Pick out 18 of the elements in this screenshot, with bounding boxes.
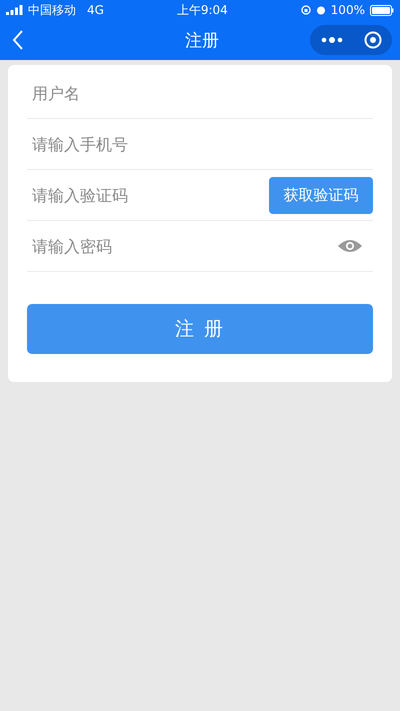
carrier-name: 中国移动 <box>28 2 76 18</box>
page-title: 注册 <box>185 30 219 52</box>
get-code-button[interactable]: 获取验证码 <box>269 176 373 214</box>
back-icon[interactable] <box>12 30 24 50</box>
eye-icon[interactable] <box>337 239 363 253</box>
close-icon[interactable] <box>364 31 382 49</box>
register-button[interactable]: 注 册 <box>27 304 373 354</box>
clock-time: 上午9:04 <box>176 2 228 18</box>
network-type: 4G <box>87 3 104 17</box>
menu-capsule[interactable] <box>310 25 392 55</box>
code-field[interactable]: 请输入验证码 <box>27 175 269 215</box>
more-icon[interactable] <box>320 37 342 43</box>
text-field[interactable]: 请输入手机号 <box>27 124 373 164</box>
signal-icon <box>6 5 23 15</box>
battery-icon <box>370 4 394 16</box>
battery-percent: 100% <box>330 3 365 17</box>
password-field[interactable]: 请输入密码 <box>27 226 337 266</box>
text-field[interactable]: 用户名 <box>27 73 373 113</box>
